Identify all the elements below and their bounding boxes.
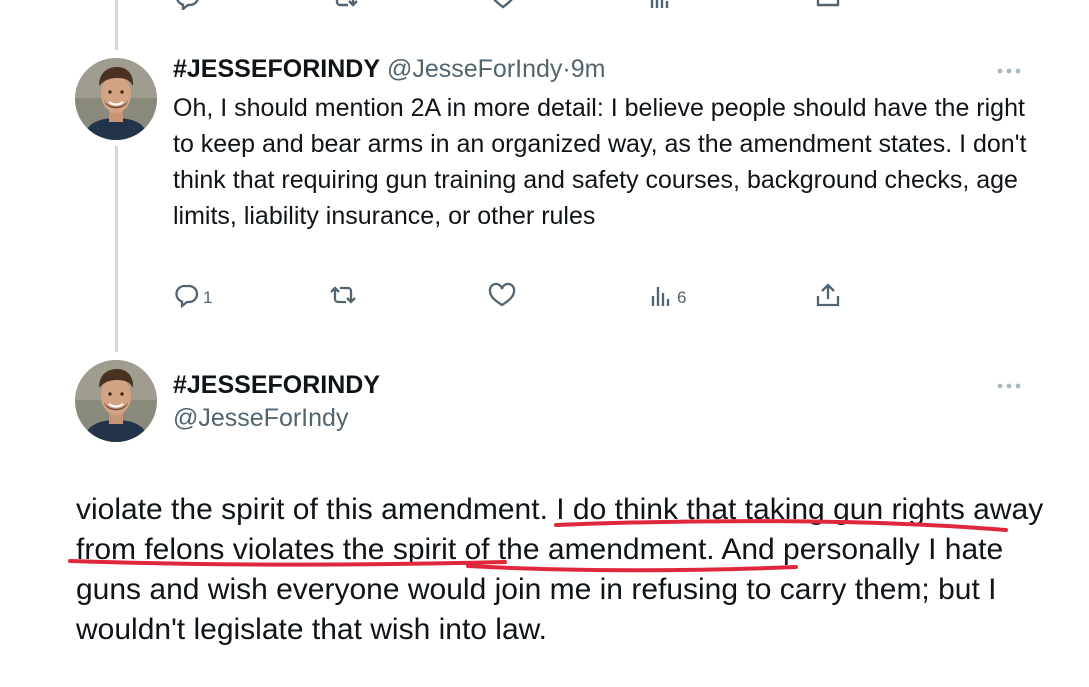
handle[interactable]: @JesseForIndy: [387, 55, 562, 83]
display-name[interactable]: #JESSEFORINDY: [173, 55, 380, 83]
like-icon[interactable]: [489, 0, 517, 15]
avatar[interactable]: [75, 360, 157, 442]
reply-button[interactable]: 1: [173, 282, 212, 313]
more-icon[interactable]: [995, 379, 1023, 391]
avatar[interactable]: [75, 58, 157, 140]
views-icon: [649, 282, 673, 313]
share-icon: [815, 282, 841, 313]
views-icon[interactable]: [648, 0, 672, 15]
tweet-header: #JESSEFORINDY @JesseForIndy: [173, 370, 380, 433]
reply-icon: [173, 282, 199, 313]
timestamp[interactable]: 9m: [571, 55, 606, 83]
reply-icon[interactable]: [174, 0, 200, 15]
more-icon[interactable]: [995, 64, 1023, 76]
tweet-actions: 1 6: [173, 282, 873, 316]
display-name[interactable]: #JESSEFORINDY: [173, 370, 380, 400]
views-count: 6: [677, 287, 687, 307]
share-icon[interactable]: [815, 0, 841, 15]
like-icon: [487, 282, 517, 313]
thread-line-top: [115, 0, 118, 50]
handle[interactable]: @JesseForIndy: [173, 403, 380, 433]
like-button[interactable]: [487, 282, 517, 313]
share-button[interactable]: [815, 282, 841, 313]
reply-count: 1: [203, 287, 213, 307]
separator: ·: [562, 55, 571, 83]
views-button[interactable]: 6: [649, 282, 686, 313]
thread-line-middle: [115, 146, 118, 352]
tweet-text: violate the spirit of this amendment. I …: [76, 493, 1044, 646]
repost-button[interactable]: [329, 282, 357, 313]
tweet-text: Oh, I should mention 2A in more detail: …: [173, 94, 1027, 230]
repost-icon[interactable]: [331, 0, 359, 15]
tweet-header: #JESSEFORINDY @JesseForIndy·9m: [173, 54, 605, 84]
repost-icon: [329, 282, 357, 313]
